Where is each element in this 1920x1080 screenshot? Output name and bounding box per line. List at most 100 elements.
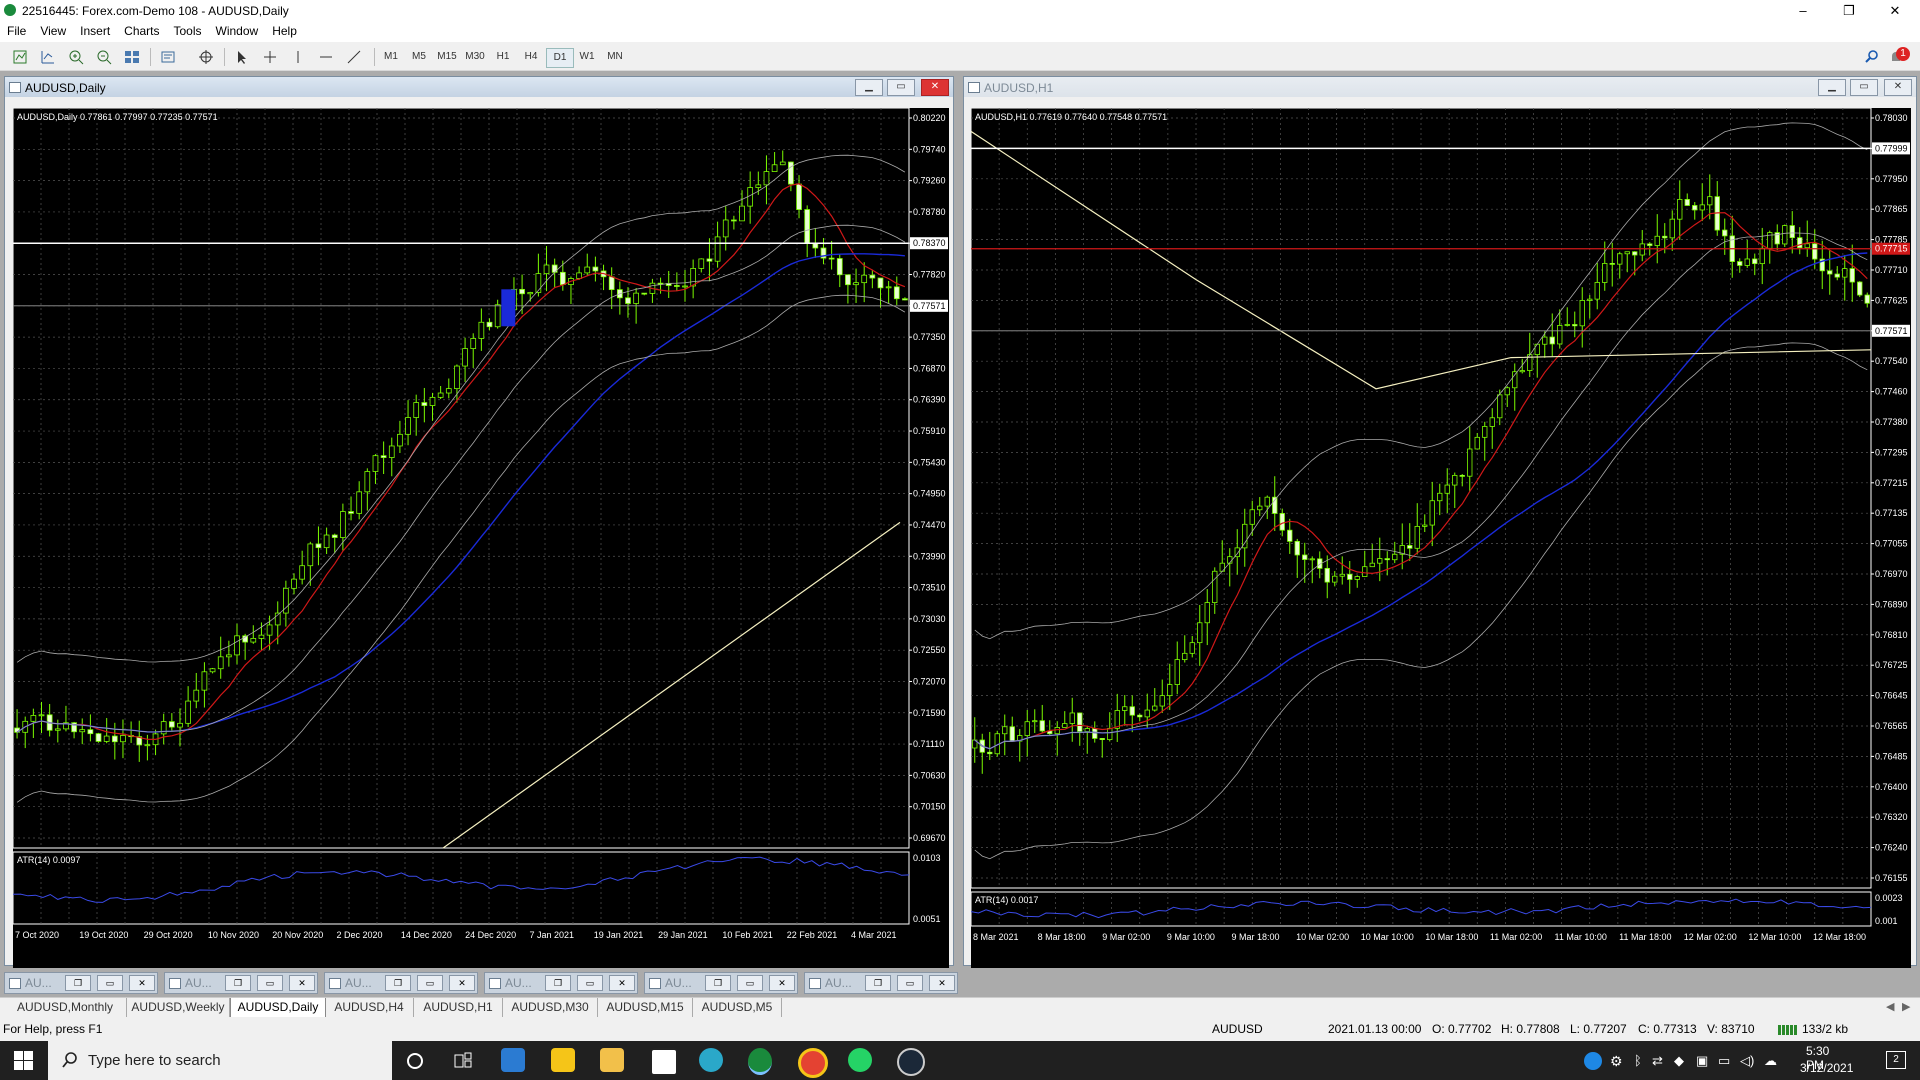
restore-button[interactable]: ❐: [865, 975, 891, 991]
tab-audusd-daily[interactable]: AUDUSD,Daily: [230, 998, 326, 1018]
task-view-icon[interactable]: [454, 1052, 472, 1070]
chart-close-button[interactable]: ✕: [921, 79, 949, 96]
help-icon[interactable]: [1584, 1052, 1602, 1070]
timeframe-m15[interactable]: M15: [434, 48, 460, 66]
minimize-button[interactable]: –: [1780, 0, 1826, 22]
tab-scroll-right-icon[interactable]: ▶: [1902, 1000, 1910, 1013]
tab-scroll-left-icon[interactable]: ◀: [1886, 1000, 1894, 1013]
tab-audusd-m5[interactable]: AUDUSD,M5: [693, 998, 782, 1017]
restore-button[interactable]: ❐: [385, 975, 411, 991]
tile-windows-icon[interactable]: [124, 49, 140, 65]
taskbar-app-plex-icon[interactable]: [551, 1048, 575, 1072]
restore-button[interactable]: ❐: [65, 975, 91, 991]
chart-close-button[interactable]: ✕: [1884, 79, 1912, 96]
search-icon[interactable]: [1864, 49, 1880, 65]
timeframe-m30[interactable]: M30: [462, 48, 488, 66]
clock-date[interactable]: 3/12/2021: [1800, 1061, 1853, 1075]
new-chart-icon[interactable]: [12, 49, 28, 65]
maximize-button[interactable]: ▭: [257, 975, 283, 991]
maximize-button[interactable]: ▭: [577, 975, 603, 991]
cursor-icon[interactable]: [234, 49, 250, 65]
taskbar-file-explorer-icon[interactable]: [600, 1048, 624, 1072]
chart-maximize-button[interactable]: ▭: [1850, 79, 1878, 96]
chart-window-h1[interactable]: AUDUSD,H1 ▁ ▭ ✕ 0.78030 0.77999 0.77950 0.7…: [963, 76, 1917, 968]
restore-button[interactable]: ❐: [225, 975, 251, 991]
close-button[interactable]: ✕: [769, 975, 795, 991]
timeframe-m1[interactable]: M1: [378, 48, 404, 66]
windows-start-icon[interactable]: [14, 1051, 33, 1070]
chart-maximize-button[interactable]: ▭: [887, 79, 915, 96]
maximize-button[interactable]: ▭: [737, 975, 763, 991]
taskbar-edge-icon[interactable]: [699, 1048, 723, 1072]
menu-charts[interactable]: Charts: [117, 22, 166, 38]
minimized-window[interactable]: AU... ❐ ▭ ✕: [324, 972, 478, 994]
menu-file[interactable]: File: [0, 22, 33, 38]
taskbar-app-k-icon[interactable]: [650, 1048, 678, 1076]
zoom-in-icon[interactable]: [68, 49, 84, 65]
close-button[interactable]: ✕: [609, 975, 635, 991]
taskbar-chrome-icon[interactable]: [798, 1048, 828, 1078]
taskbar-app-monitor-icon[interactable]: [501, 1048, 525, 1072]
chart-type-icon[interactable]: [40, 49, 56, 65]
menu-help[interactable]: Help: [265, 22, 304, 38]
steam-tray-icon[interactable]: ⚙: [1610, 1053, 1623, 1070]
horizontal-line-icon[interactable]: [318, 49, 334, 65]
timeframe-m5[interactable]: M5: [406, 48, 432, 66]
chart-window-caption[interactable]: AUDUSD,H1 ▁ ▭ ✕: [964, 77, 1916, 97]
taskbar-forex-icon[interactable]: [748, 1048, 772, 1075]
tab-audusd-h1[interactable]: AUDUSD,H1: [414, 998, 503, 1017]
tab-audusd-monthly[interactable]: AUDUSD,Monthly: [4, 998, 127, 1017]
vertical-line-icon[interactable]: [290, 49, 306, 65]
timeframe-h4[interactable]: H4: [518, 48, 544, 66]
taskbar-steam-icon[interactable]: [897, 1048, 925, 1076]
tab-audusd-weekly[interactable]: AUDUSD,Weekly: [127, 998, 230, 1017]
close-button[interactable]: ✕: [129, 975, 155, 991]
timeframe-w1[interactable]: W1: [574, 48, 600, 66]
bluetooth-icon[interactable]: ᛒ: [1634, 1053, 1642, 1068]
maximize-button[interactable]: ▭: [897, 975, 923, 991]
taskbar-whatsapp-icon[interactable]: [848, 1048, 872, 1072]
timeframe-d1[interactable]: D1: [546, 48, 574, 68]
store-icon[interactable]: ▣: [1696, 1053, 1708, 1069]
close-button[interactable]: ✕: [929, 975, 955, 991]
menu-view[interactable]: View: [33, 22, 73, 38]
minimized-window[interactable]: AU... ❐ ▭ ✕: [484, 972, 638, 994]
close-button[interactable]: ✕: [1872, 0, 1918, 22]
display-icon[interactable]: ▭: [1718, 1053, 1730, 1069]
templates-icon[interactable]: [160, 49, 176, 65]
zoom-out-icon[interactable]: [96, 49, 112, 65]
action-center-icon[interactable]: 2: [1886, 1051, 1906, 1069]
timeframe-h1[interactable]: H1: [490, 48, 516, 66]
onedrive-icon[interactable]: ☁: [1764, 1053, 1777, 1069]
network-icon[interactable]: ⇄: [1652, 1053, 1663, 1069]
maximize-button[interactable]: ▭: [97, 975, 123, 991]
minimized-window[interactable]: AU... ❐ ▭ ✕: [644, 972, 798, 994]
minimized-window[interactable]: AU... ❐ ▭ ✕: [164, 972, 318, 994]
crosshair-tool-icon[interactable]: [262, 49, 278, 65]
security-icon[interactable]: ◆: [1674, 1053, 1684, 1069]
maximize-button[interactable]: ❐: [1826, 0, 1872, 22]
crosshair-icon[interactable]: [198, 49, 214, 65]
tab-audusd-m30[interactable]: AUDUSD,M30: [503, 998, 598, 1017]
chart-window-daily[interactable]: AUDUSD,Daily ▁ ▭ ✕ 0.80220 0.79740 0.79260…: [4, 76, 954, 968]
timeframe-mn[interactable]: MN: [602, 48, 628, 66]
h1-chart[interactable]: 0.780300.779990.779500.778650.777850.777…: [971, 108, 1911, 968]
restore-button[interactable]: ❐: [545, 975, 571, 991]
volume-icon[interactable]: ◁): [1740, 1053, 1754, 1069]
minimized-window[interactable]: AU... ❐ ▭ ✕: [4, 972, 158, 994]
menu-tools[interactable]: Tools: [167, 22, 209, 38]
tab-audusd-h4[interactable]: AUDUSD,H4: [325, 998, 414, 1017]
trendline-icon[interactable]: [346, 49, 362, 65]
taskbar-search-box[interactable]: Type here to search: [48, 1041, 392, 1080]
chart-window-caption[interactable]: AUDUSD,Daily ▁ ▭ ✕: [5, 77, 953, 97]
menu-window[interactable]: Window: [209, 22, 266, 38]
maximize-button[interactable]: ▭: [417, 975, 443, 991]
close-button[interactable]: ✕: [449, 975, 475, 991]
daily-chart[interactable]: 0.80220 0.79740 0.79260 0.78780 0.78370 0.778…: [13, 108, 949, 968]
minimized-window[interactable]: AU... ❐ ▭ ✕: [804, 972, 958, 994]
chart-minimize-button[interactable]: ▁: [1818, 79, 1846, 96]
chart-minimize-button[interactable]: ▁: [855, 79, 883, 96]
restore-button[interactable]: ❐: [705, 975, 731, 991]
menu-insert[interactable]: Insert: [73, 22, 117, 38]
cortana-icon[interactable]: [406, 1052, 424, 1070]
